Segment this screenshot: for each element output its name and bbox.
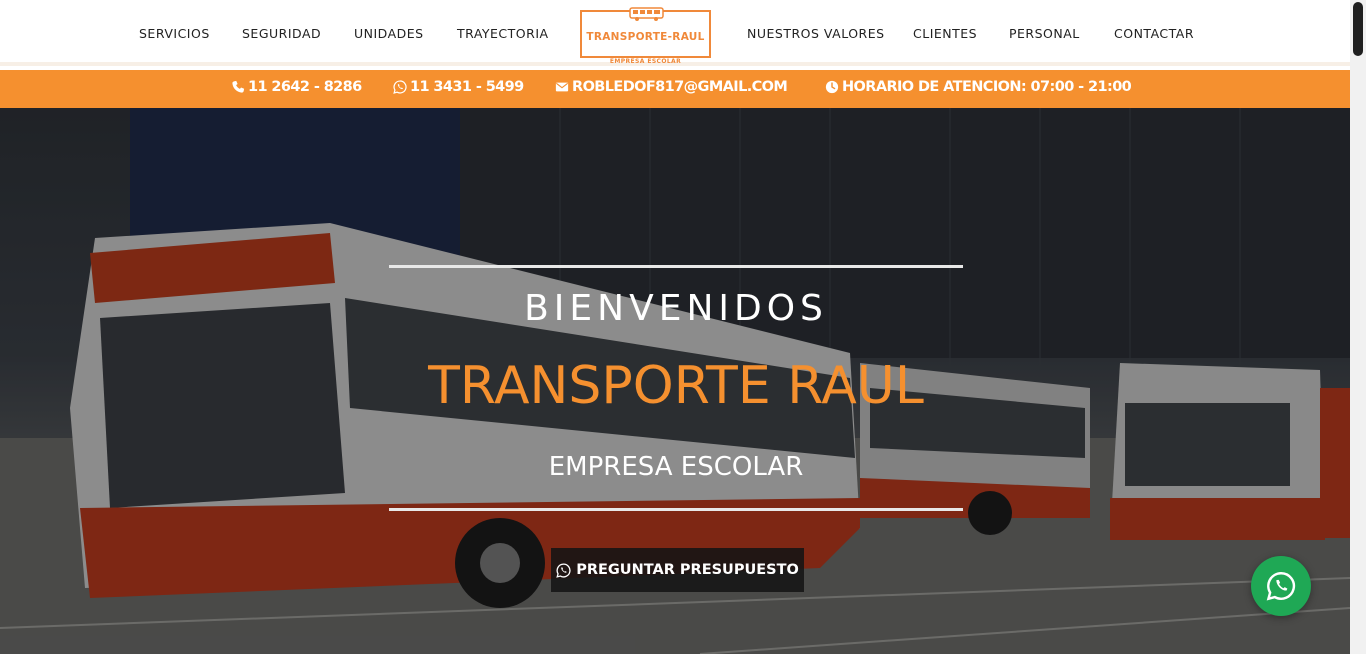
envelope-icon [555,82,569,92]
clock-icon [825,80,839,94]
logo-subtitle: EMPRESA ESCOLAR [609,58,682,65]
site-logo[interactable]: TRANSPORTE-RAUL EMPRESA ESCOLAR [580,7,711,65]
hero-welcome: BIENVENIDOS [524,288,828,329]
opening-hours: HORARIO DE ATENCION: 07:00 - 21:00 [842,79,1132,95]
request-quote-button[interactable]: PREGUNTAR PRESUPUESTO [551,548,804,592]
hero-title: TRANSPORTE RAUL [428,356,924,416]
whatsapp-number: 11 3431 - 5499 [410,79,524,95]
hours-info: HORARIO DE ATENCION: 07:00 - 21:00 [825,79,1132,95]
scrollbar-thumb[interactable] [1353,2,1363,56]
nav-servicios[interactable]: SERVICIOS [139,26,210,41]
hero-section: BIENVENIDOS TRANSPORTE RAUL EMPRESA ESCO… [0,108,1350,654]
hero-top-divider [389,265,963,268]
nav-seguridad[interactable]: SEGURIDAD [242,26,321,41]
contact-infobar: 11 2642 - 8286 11 3431 - 5499 ROBLEDOF81… [0,70,1350,108]
whatsapp-icon [1266,572,1296,601]
hero-bottom-divider [389,508,963,511]
phone-info[interactable]: 11 2642 - 8286 [231,79,362,95]
bus-icon [629,7,664,21]
top-navbar: SERVICIOS SEGURIDAD UNIDADES TRAYECTORIA… [0,0,1350,66]
whatsapp-icon [393,80,407,94]
hero-subtitle: EMPRESA ESCOLAR [548,452,804,482]
request-quote-label: PREGUNTAR PRESUPUESTO [576,562,799,578]
email-address: ROBLEDOF817@GMAIL.COM [572,79,788,95]
phone-number: 11 2642 - 8286 [248,79,362,95]
nav-unidades[interactable]: UNIDADES [354,26,424,41]
nav-trayectoria[interactable]: TRAYECTORIA [457,26,549,41]
nav-contactar[interactable]: CONTACTAR [1114,26,1194,41]
nav-clientes[interactable]: CLIENTES [913,26,977,41]
page-scrollbar[interactable] [1350,0,1366,654]
logo-title: TRANSPORTE-RAUL [586,31,705,43]
floating-whatsapp-button[interactable] [1251,556,1311,616]
whatsapp-info[interactable]: 11 3431 - 5499 [393,79,524,95]
phone-icon [232,80,245,93]
email-info[interactable]: ROBLEDOF817@GMAIL.COM [555,79,788,95]
nav-personal[interactable]: PERSONAL [1009,26,1080,41]
whatsapp-icon [556,562,571,578]
nav-nuestros-valores[interactable]: NUESTROS VALORES [747,26,885,41]
